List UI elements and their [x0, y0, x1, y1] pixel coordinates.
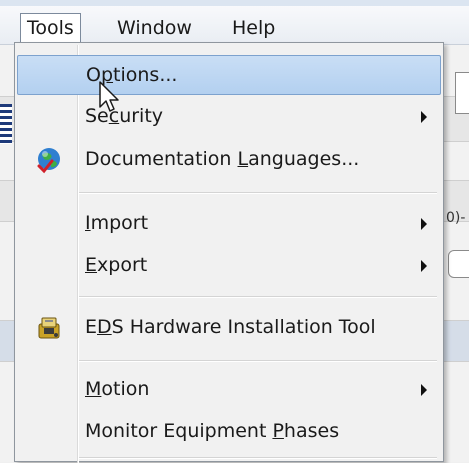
menu-separator	[79, 457, 437, 459]
menu-separator	[79, 360, 437, 362]
menu-item-label: Export	[85, 254, 148, 276]
submenu-arrow-icon	[421, 384, 427, 396]
menu-bar: Tools Window Help	[0, 0, 469, 45]
menu-item-label: Documentation Languages...	[85, 148, 360, 170]
menu-item-label: EDS Hardware Installation Tool	[85, 316, 376, 338]
menu-tools[interactable]: Tools	[20, 13, 81, 43]
tools-dropdown-menu: Options... Security Documentation Langua…	[14, 42, 444, 463]
mouse-pointer-icon	[99, 81, 119, 112]
submenu-arrow-icon	[421, 111, 427, 123]
menu-window[interactable]: Window	[110, 13, 199, 43]
submenu-arrow-icon	[421, 218, 427, 230]
menu-separator	[79, 192, 437, 194]
menu-item-import[interactable]: Import	[17, 204, 441, 244]
menu-item-monitor-equipment-phases[interactable]: Monitor Equipment Phases	[17, 412, 441, 452]
diagram-element-fragment	[448, 250, 469, 278]
toolbar-icon-fragment	[0, 104, 12, 144]
menu-item-options[interactable]: Options...	[17, 55, 441, 95]
menu-item-eds-hardware-installation-tool[interactable]: EDS Hardware Installation Tool	[17, 308, 441, 348]
window-frame-strip	[0, 0, 469, 6]
menu-item-label: Security	[85, 105, 164, 127]
globe-icon	[37, 148, 60, 174]
toolbar-field-fragment	[455, 72, 469, 114]
menu-item-export[interactable]: Export	[17, 246, 441, 286]
menu-item-motion[interactable]: Motion	[17, 370, 441, 410]
menu-help[interactable]: Help	[225, 13, 282, 43]
hardware-install-icon	[38, 317, 60, 339]
submenu-arrow-icon	[421, 260, 427, 272]
menu-item-security[interactable]: Security	[17, 97, 441, 137]
menu-item-label: Motion	[85, 378, 150, 400]
menu-item-label: Import	[85, 212, 149, 234]
menu-separator	[79, 296, 437, 298]
menu-item-label: Monitor Equipment Phases	[85, 420, 340, 442]
menu-item-documentation-languages[interactable]: Documentation Languages...	[17, 140, 441, 180]
diagram-fragment-text: 0)-	[446, 210, 466, 226]
